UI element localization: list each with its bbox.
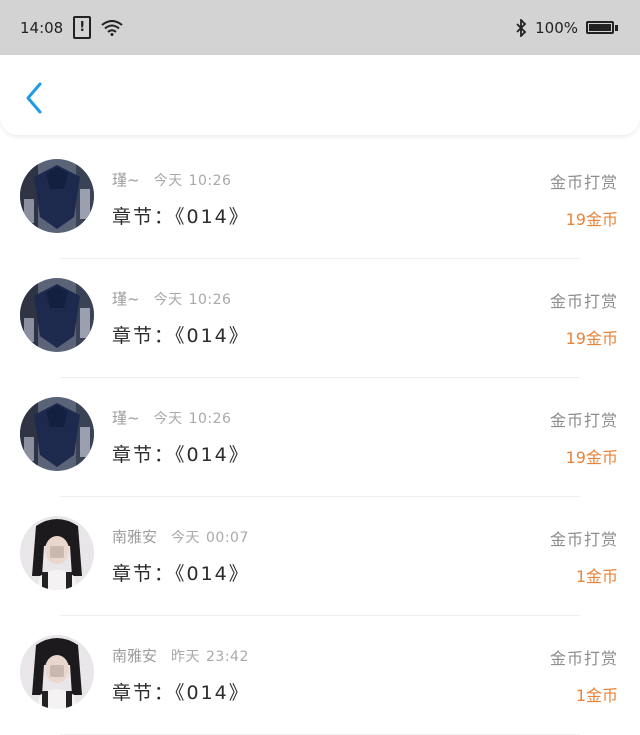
reward-label: 金币打赏	[549, 173, 618, 192]
reward-amount: 1金币	[575, 686, 618, 705]
item-meta: 瑾~ 今天 10:26	[112, 288, 231, 309]
list-item[interactable]: 南雅安 今天 00:07 章节：《014》 金币打赏 1金币	[0, 497, 640, 616]
avatar-image	[20, 516, 94, 590]
avatar-image	[20, 159, 94, 233]
chapter-label: 章节：《014》	[112, 563, 250, 585]
status-bar: 14:08 ! 100%	[0, 0, 640, 55]
battery-icon	[586, 21, 618, 34]
user-name: 瑾~	[112, 409, 140, 427]
nav-bar	[0, 55, 640, 135]
status-time: 14:08	[20, 18, 64, 37]
item-time: 00:07	[206, 530, 249, 546]
item-time: 10:26	[188, 411, 232, 427]
item-date: 今天	[171, 530, 201, 546]
item-meta: 南雅安 昨天 23:42	[112, 645, 249, 666]
avatar-image	[20, 635, 94, 709]
avatar[interactable]	[20, 397, 94, 471]
reward-amount: 1金币	[575, 567, 618, 586]
avatar[interactable]	[20, 635, 94, 709]
chevron-left-icon	[26, 82, 42, 114]
avatar[interactable]	[20, 516, 94, 590]
item-date: 昨天	[171, 649, 201, 665]
user-name: 瑾~	[112, 171, 140, 189]
back-button[interactable]	[20, 81, 50, 115]
bluetooth-icon	[516, 18, 527, 37]
user-name: 南雅安	[112, 647, 158, 665]
item-time: 23:42	[206, 649, 249, 665]
chapter-label: 章节：《014》	[112, 444, 250, 466]
status-bar-right: 100%	[515, 18, 618, 37]
reward-amount: 19金币	[565, 329, 618, 348]
avatar[interactable]	[20, 159, 94, 233]
item-time: 10:26	[188, 173, 232, 189]
item-date: 今天	[153, 173, 183, 189]
avatar-image	[20, 278, 94, 352]
item-meta: 南雅安 今天 00:07	[112, 526, 249, 547]
status-bar-left: 14:08 !	[20, 16, 123, 39]
reward-label: 金币打赏	[549, 292, 618, 311]
avatar-image	[20, 397, 94, 471]
item-meta: 瑾~ 今天 10:26	[112, 169, 231, 190]
user-name: 南雅安	[112, 528, 158, 546]
battery-percent: 100%	[535, 18, 578, 37]
chapter-label: 章节：《014》	[112, 206, 250, 228]
chapter-label: 章节：《014》	[112, 325, 250, 347]
reward-label: 金币打赏	[549, 530, 618, 549]
item-meta: 瑾~ 今天 10:26	[112, 407, 231, 428]
wifi-icon	[101, 19, 123, 36]
user-name: 瑾~	[112, 290, 140, 308]
list-item[interactable]: 瑾~ 今天 10:26 章节：《014》 金币打赏 19金币	[0, 259, 640, 378]
reward-label: 金币打赏	[549, 411, 618, 430]
alert-icon: !	[73, 16, 92, 39]
list-item[interactable]: 南雅安 昨天 23:42 章节：《014》 金币打赏 1金币	[0, 616, 640, 735]
reward-list: 瑾~ 今天 10:26 章节：《014》 金币打赏 19金币 瑾~ 今天 10:…	[0, 140, 640, 735]
reward-amount: 19金币	[565, 210, 618, 229]
list-item[interactable]: 瑾~ 今天 10:26 章节：《014》 金币打赏 19金币	[0, 378, 640, 497]
item-time: 10:26	[188, 292, 232, 308]
item-date: 今天	[153, 292, 183, 308]
chapter-label: 章节：《014》	[112, 682, 250, 704]
item-date: 今天	[153, 411, 183, 427]
reward-amount: 19金币	[565, 448, 618, 467]
avatar[interactable]	[20, 278, 94, 352]
list-item[interactable]: 瑾~ 今天 10:26 章节：《014》 金币打赏 19金币	[0, 140, 640, 259]
reward-label: 金币打赏	[549, 649, 618, 668]
